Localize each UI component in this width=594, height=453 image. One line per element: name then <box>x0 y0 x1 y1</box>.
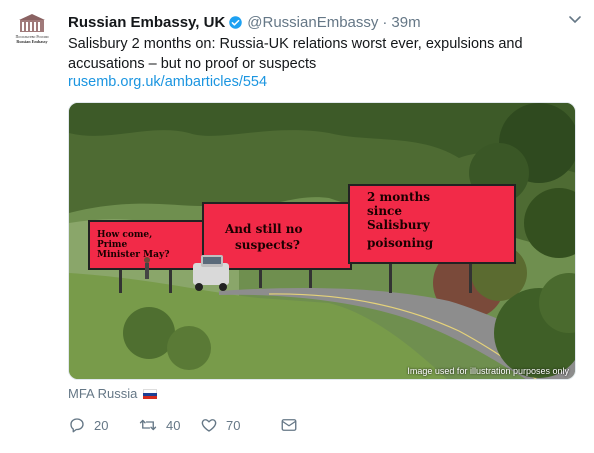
tweet-header: Russian Embassy, UK @RussianEmbassy · 39… <box>68 12 582 32</box>
tweet-actions: 20 40 70 <box>68 414 368 436</box>
reply-button[interactable]: 20 <box>68 416 138 434</box>
reply-count: 20 <box>94 417 109 433</box>
billboard-middle-line2: suspects? <box>235 238 300 252</box>
source-label[interactable]: MFA Russia <box>68 386 158 401</box>
retweet-count: 40 <box>166 417 181 433</box>
billboards-scene: How come, Prime Minister May? And still … <box>69 103 575 379</box>
timestamp[interactable]: 39m <box>391 14 420 31</box>
billboard-middle-line1: And still no <box>224 222 302 236</box>
retweet-button[interactable]: 40 <box>138 416 200 434</box>
like-button[interactable]: 70 <box>200 416 280 434</box>
billboard-left-line3: Minister May? <box>97 250 169 260</box>
billboard-right-line3: Salisbury <box>367 218 431 232</box>
billboard-right-line1: 2 months <box>367 190 430 204</box>
russia-flag-icon <box>143 388 158 399</box>
billboard-left-line2: Prime <box>97 240 127 250</box>
retweet-icon <box>139 419 157 431</box>
billboard-left-line1: How come, <box>97 230 152 240</box>
billboard-right-line4: poisoning <box>367 236 434 250</box>
heart-icon <box>201 419 217 432</box>
source-name[interactable]: MFA Russia <box>68 386 137 401</box>
tweet-text: Salisbury 2 months on: Russia-UK relatio… <box>68 36 523 72</box>
embassy-building-icon <box>19 14 45 32</box>
display-name[interactable]: Russian Embassy, UK <box>68 14 225 31</box>
billboard-right-line2: since <box>367 204 402 218</box>
direct-message-button[interactable] <box>280 417 310 433</box>
avatar-text-en: Russian Embassy <box>16 39 48 44</box>
envelope-icon <box>281 419 297 431</box>
article-link[interactable]: rusemb.org.uk/ambarticles/554 <box>68 74 267 90</box>
tweet-image[interactable]: How come, Prime Minister May? And still … <box>68 102 576 380</box>
like-count: 70 <box>226 417 241 433</box>
verified-badge-icon <box>229 15 243 29</box>
chevron-down-icon[interactable] <box>568 14 582 26</box>
tweet[interactable]: Посольство России Russian Embassy Russia… <box>0 0 594 453</box>
avatar[interactable]: Посольство России Russian Embassy <box>10 12 54 56</box>
handle[interactable]: @RussianEmbassy <box>247 14 378 31</box>
image-caption: Image used for illustration purposes onl… <box>407 366 569 376</box>
separator: · <box>382 13 388 31</box>
reply-icon <box>70 418 84 433</box>
